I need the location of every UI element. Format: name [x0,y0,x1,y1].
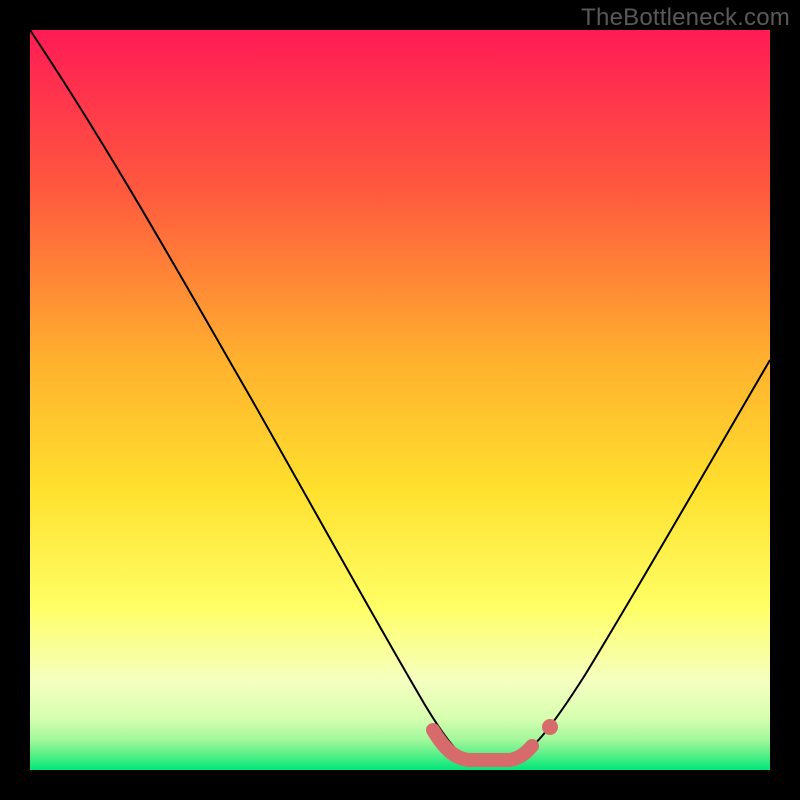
chart-frame: TheBottleneck.com [0,0,800,800]
optimum-right-dot-icon [542,719,558,735]
bottleneck-curve [30,30,770,760]
watermark-text: TheBottleneck.com [581,4,790,32]
curve-layer [30,30,770,770]
plot-area [30,30,770,770]
optimum-band-marker [433,730,532,760]
